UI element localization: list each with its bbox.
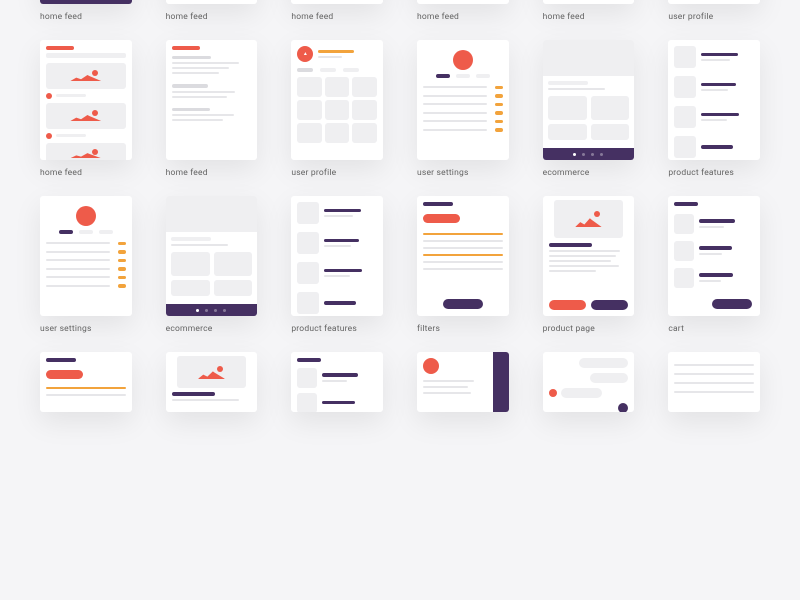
card-label: home feed bbox=[40, 12, 132, 22]
wireframe-cell[interactable]: home feed bbox=[291, 0, 383, 22]
wireframe-cell[interactable]: product features bbox=[291, 196, 383, 334]
wireframe-cell[interactable]: home feed bbox=[40, 0, 132, 22]
wireframe-cell[interactable]: user settings bbox=[417, 40, 509, 178]
wireframe-cell[interactable] bbox=[166, 352, 258, 412]
wireframe-grid: home feed home feed home feed home feed … bbox=[0, 0, 800, 432]
wireframe-cell[interactable] bbox=[417, 352, 509, 412]
wireframe-cell[interactable] bbox=[668, 352, 760, 412]
wireframe-cell[interactable]: home feed bbox=[417, 0, 509, 22]
wireframe-card bbox=[40, 0, 132, 4]
wireframe-cell[interactable]: user profile bbox=[668, 0, 760, 22]
wireframe-cell[interactable] bbox=[291, 352, 383, 412]
wireframe-cell[interactable]: cart bbox=[668, 196, 760, 334]
wireframe-cell[interactable]: home feed bbox=[40, 40, 132, 178]
wireframe-cell[interactable] bbox=[543, 352, 635, 412]
wireframe-cell[interactable]: filters bbox=[417, 196, 509, 334]
wireframe-cell[interactable]: home feed bbox=[166, 40, 258, 178]
wireframe-cell[interactable]: product features bbox=[668, 40, 760, 178]
wireframe-cell[interactable]: home feed bbox=[166, 0, 258, 22]
wireframe-cell[interactable]: ▲ user profile bbox=[291, 40, 383, 178]
wireframe-cell[interactable]: home feed bbox=[543, 0, 635, 22]
wireframe-cell[interactable]: product page bbox=[543, 196, 635, 334]
wireframe-cell[interactable] bbox=[40, 352, 132, 412]
wireframe-cell[interactable]: ecommerce bbox=[166, 196, 258, 334]
wireframe-cell[interactable]: user settings bbox=[40, 196, 132, 334]
wireframe-cell[interactable]: ecommerce bbox=[543, 40, 635, 178]
